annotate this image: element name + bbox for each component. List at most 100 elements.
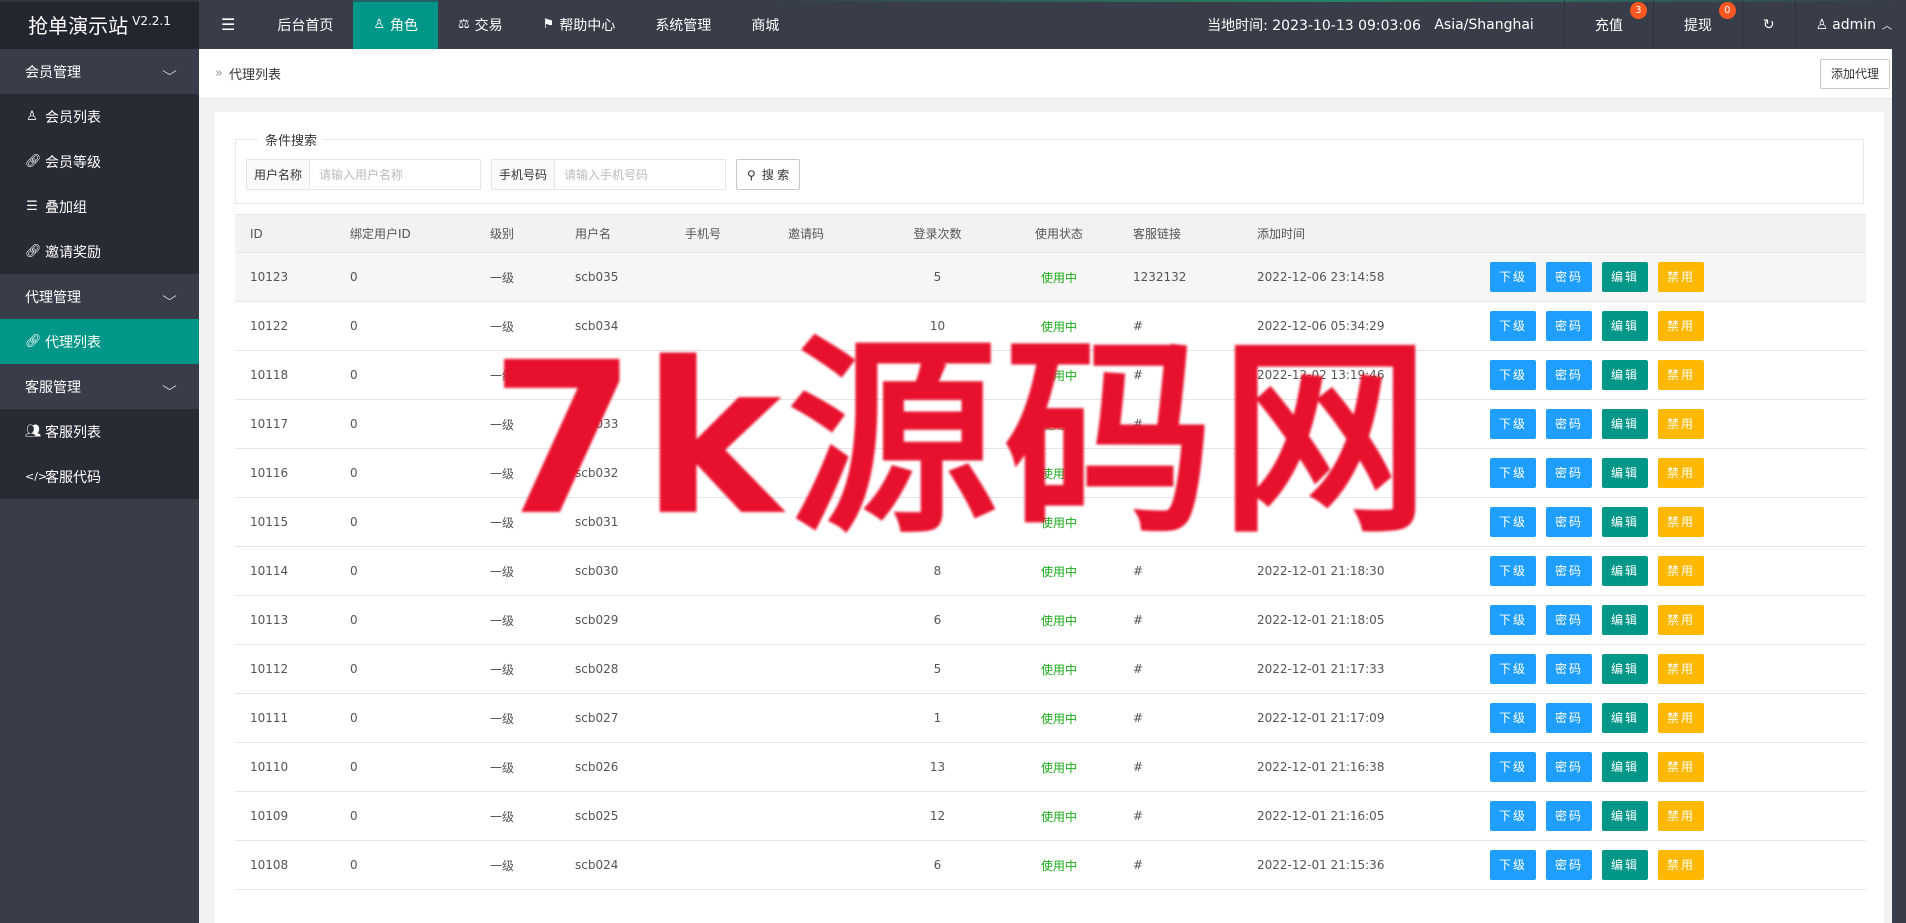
cell-level: 一级 (475, 644, 560, 694)
subordinate-button[interactable]: 下级 (1490, 262, 1537, 292)
nav-item-dashboard[interactable]: 后台首页 (257, 0, 353, 49)
nav-item-help[interactable]: ⚑ 帮助中心 (523, 0, 636, 49)
disable-button[interactable]: 禁用 (1658, 654, 1705, 684)
cell-level: 一级 (475, 595, 560, 645)
table-row: 10116 0 一级 scb032 8 使用中 # 下级 密码 编辑 禁用 (235, 448, 1866, 498)
cell-id: 10111 (235, 693, 335, 743)
disable-button[interactable]: 禁用 (1658, 605, 1705, 635)
username-input[interactable] (310, 160, 481, 189)
cell-service-link: # (1118, 350, 1242, 400)
edit-button[interactable]: 编辑 (1602, 458, 1649, 488)
subordinate-button[interactable]: 下级 (1490, 311, 1537, 341)
cell-bind-user: 0 (335, 252, 475, 302)
sidebar-group-agents[interactable]: 代理管理 ⌵ (0, 274, 199, 319)
subordinate-button[interactable]: 下级 (1490, 654, 1537, 684)
sidebar-item-agent-list[interactable]: 🔗︎ 代理列表 (0, 319, 199, 364)
agent-table-body: 10123 0 一级 scb035 5 使用中 1232132 2022-12-06 23:1… (235, 252, 1866, 890)
sidebar-item-stack-group[interactable]: ☰ 叠加组 (0, 184, 199, 229)
sidebar-item-member-list[interactable]: ♙ 会员列表 (0, 94, 199, 139)
password-button[interactable]: 密码 (1546, 409, 1593, 439)
password-button[interactable]: 密码 (1546, 507, 1593, 537)
password-button[interactable]: 密码 (1546, 752, 1593, 782)
subordinate-button[interactable]: 下级 (1490, 605, 1537, 635)
subordinate-button[interactable]: 下级 (1490, 703, 1537, 733)
disable-button[interactable]: 禁用 (1658, 262, 1705, 292)
disable-button[interactable]: 禁用 (1658, 507, 1705, 537)
password-button[interactable]: 密码 (1546, 654, 1593, 684)
edit-button[interactable]: 编辑 (1602, 850, 1649, 880)
cell-add-time: 2022-12-02 13:19:46 (1242, 350, 1475, 400)
password-button[interactable]: 密码 (1546, 703, 1593, 733)
edit-button[interactable]: 编辑 (1602, 605, 1649, 635)
sidebar-item-member-level[interactable]: 🔗︎ 会员等级 (0, 139, 199, 184)
sidebar-item-service-code[interactable]: </> 客服代码 (0, 454, 199, 499)
edit-button[interactable]: 编辑 (1602, 262, 1649, 292)
cell-bind-user: 0 (335, 448, 475, 498)
password-button[interactable]: 密码 (1546, 850, 1593, 880)
nav-item-system[interactable]: 系统管理 (635, 0, 731, 49)
cell-invite-code (773, 252, 875, 302)
disable-button[interactable]: 禁用 (1658, 752, 1705, 782)
chevron-down-icon: ⌵ (162, 289, 177, 303)
chevron-up-icon: ︿ (1882, 21, 1892, 32)
sidebar-group-service[interactable]: 客服管理 ⌵ (0, 364, 199, 409)
disable-button[interactable]: 禁用 (1658, 458, 1705, 488)
cell-invite-code (773, 350, 875, 400)
withdraw-button[interactable]: 提现 0 (1652, 0, 1742, 49)
sidebar-group-members[interactable]: 会员管理 ⌵ (0, 49, 199, 94)
edit-button[interactable]: 编辑 (1602, 801, 1649, 831)
cell-login-count: 5 (875, 644, 1000, 694)
page-scrollbar[interactable] (1892, 49, 1906, 923)
edit-button[interactable]: 编辑 (1602, 409, 1649, 439)
edit-button[interactable]: 编辑 (1602, 507, 1649, 537)
phone-input[interactable] (555, 160, 726, 189)
disable-button[interactable]: 禁用 (1658, 360, 1705, 390)
recharge-button[interactable]: 充值 3 (1563, 0, 1653, 49)
user-menu[interactable]: ♙ admin ︿ (1794, 0, 1906, 49)
refresh-button[interactable]: ↻ (1741, 0, 1795, 49)
nav-item-mall[interactable]: 商城 (731, 0, 799, 49)
subordinate-button[interactable]: 下级 (1490, 409, 1537, 439)
disable-button[interactable]: 禁用 (1658, 409, 1705, 439)
subordinate-button[interactable]: 下级 (1490, 801, 1537, 831)
disable-button[interactable]: 禁用 (1658, 556, 1705, 586)
password-button[interactable]: 密码 (1546, 360, 1593, 390)
sidebar-item-service-list[interactable]: 👥︎ 客服列表 (0, 409, 199, 454)
subordinate-button[interactable]: 下级 (1490, 458, 1537, 488)
edit-button[interactable]: 编辑 (1602, 311, 1649, 341)
password-button[interactable]: 密码 (1546, 311, 1593, 341)
password-button[interactable]: 密码 (1546, 262, 1593, 292)
subordinate-button[interactable]: 下级 (1490, 507, 1537, 537)
cell-phone (670, 742, 773, 792)
sidebar: 会员管理 ⌵ ♙ 会员列表 🔗︎ 会员等级 ☰ 叠加组 🔗︎ 邀请奖励 代理管理 ⌵ 🔗︎ 代… (0, 49, 199, 923)
password-button[interactable]: 密码 (1546, 556, 1593, 586)
password-button[interactable]: 密码 (1546, 605, 1593, 635)
search-button[interactable]: ⚲ 搜 索 (736, 159, 801, 190)
edit-button[interactable]: 编辑 (1602, 752, 1649, 782)
sidebar-toggle-button[interactable]: ☰ (199, 0, 257, 49)
table-row: 10109 0 一级 scb025 12 使用中 #2022-12-01 21:16:05 下… (235, 791, 1866, 841)
password-button[interactable]: 密码 (1546, 801, 1593, 831)
disable-button[interactable]: 禁用 (1658, 850, 1705, 880)
subordinate-button[interactable]: 下级 (1490, 752, 1537, 782)
nav-item-role[interactable]: ♙ 角色 (353, 0, 438, 49)
cell-bind-user: 0 (335, 350, 475, 400)
subordinate-button[interactable]: 下级 (1490, 556, 1537, 586)
edit-button[interactable]: 编辑 (1602, 654, 1649, 684)
disable-button[interactable]: 禁用 (1658, 703, 1705, 733)
disable-button[interactable]: 禁用 (1658, 311, 1705, 341)
edit-button[interactable]: 编辑 (1602, 556, 1649, 586)
subordinate-button[interactable]: 下级 (1490, 360, 1537, 390)
nav-item-trade[interactable]: ⚖ 交易 (438, 0, 523, 49)
app-logo[interactable]: 抢单演示站 V2.2.1 (0, 0, 199, 49)
user-icon: ♙ (373, 17, 385, 32)
refresh-icon: ↻ (1762, 16, 1775, 33)
add-agent-button[interactable]: 添加代理 (1819, 58, 1890, 89)
subordinate-button[interactable]: 下级 (1490, 850, 1537, 880)
edit-button[interactable]: 编辑 (1602, 360, 1649, 390)
disable-button[interactable]: 禁用 (1658, 801, 1705, 831)
password-button[interactable]: 密码 (1546, 458, 1593, 488)
sidebar-item-invite-reward[interactable]: 🔗︎ 邀请奖励 (0, 229, 199, 274)
edit-button[interactable]: 编辑 (1602, 703, 1649, 733)
cell-status: 使用中 (1000, 350, 1118, 400)
